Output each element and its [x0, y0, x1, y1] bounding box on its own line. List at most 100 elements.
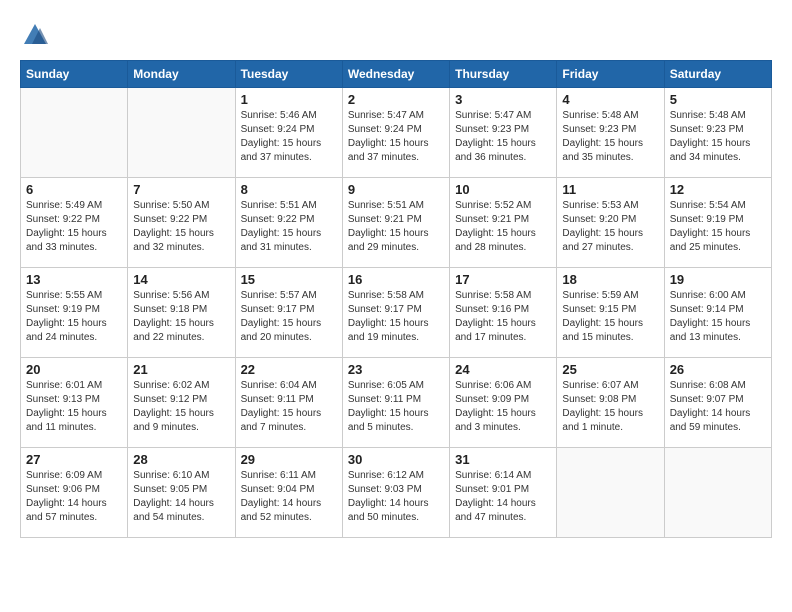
day-info: Sunrise: 5:48 AM Sunset: 9:23 PM Dayligh… [562, 109, 658, 165]
day-number: 27 [26, 452, 122, 467]
day-info: Sunrise: 5:59 AM Sunset: 9:15 PM Dayligh… [562, 289, 658, 345]
header [20, 20, 772, 50]
day-info: Sunrise: 5:46 AM Sunset: 9:24 PM Dayligh… [241, 109, 337, 165]
calendar-cell [557, 448, 664, 538]
day-info: Sunrise: 6:04 AM Sunset: 9:11 PM Dayligh… [241, 379, 337, 435]
day-number: 10 [455, 182, 551, 197]
calendar-cell: 29 Sunrise: 6:11 AM Sunset: 9:04 PM Dayli… [235, 448, 342, 538]
day-info: Sunrise: 5:54 AM Sunset: 9:19 PM Dayligh… [670, 199, 766, 255]
calendar-cell [21, 88, 128, 178]
calendar-cell: 22 Sunrise: 6:04 AM Sunset: 9:11 PM Dayli… [235, 358, 342, 448]
calendar-cell: 21 Sunrise: 6:02 AM Sunset: 9:12 PM Dayli… [128, 358, 235, 448]
day-number: 18 [562, 272, 658, 287]
calendar-weekday-saturday: Saturday [664, 61, 771, 88]
calendar-cell: 16 Sunrise: 5:58 AM Sunset: 9:17 PM Dayli… [342, 268, 449, 358]
day-number: 6 [26, 182, 122, 197]
day-info: Sunrise: 6:10 AM Sunset: 9:05 PM Dayligh… [133, 469, 229, 525]
calendar-week-row: 13 Sunrise: 5:55 AM Sunset: 9:19 PM Dayli… [21, 268, 772, 358]
day-info: Sunrise: 6:12 AM Sunset: 9:03 PM Dayligh… [348, 469, 444, 525]
calendar-cell: 31 Sunrise: 6:14 AM Sunset: 9:01 PM Dayli… [450, 448, 557, 538]
calendar-cell: 9 Sunrise: 5:51 AM Sunset: 9:21 PM Daylig… [342, 178, 449, 268]
calendar-cell: 12 Sunrise: 5:54 AM Sunset: 9:19 PM Dayli… [664, 178, 771, 268]
calendar-cell: 6 Sunrise: 5:49 AM Sunset: 9:22 PM Daylig… [21, 178, 128, 268]
day-number: 8 [241, 182, 337, 197]
day-number: 30 [348, 452, 444, 467]
day-info: Sunrise: 5:53 AM Sunset: 9:20 PM Dayligh… [562, 199, 658, 255]
day-number: 25 [562, 362, 658, 377]
day-number: 13 [26, 272, 122, 287]
day-info: Sunrise: 5:57 AM Sunset: 9:17 PM Dayligh… [241, 289, 337, 345]
day-info: Sunrise: 5:58 AM Sunset: 9:16 PM Dayligh… [455, 289, 551, 345]
day-number: 28 [133, 452, 229, 467]
day-info: Sunrise: 6:07 AM Sunset: 9:08 PM Dayligh… [562, 379, 658, 435]
day-number: 4 [562, 92, 658, 107]
calendar-weekday-friday: Friday [557, 61, 664, 88]
day-info: Sunrise: 5:49 AM Sunset: 9:22 PM Dayligh… [26, 199, 122, 255]
day-info: Sunrise: 6:02 AM Sunset: 9:12 PM Dayligh… [133, 379, 229, 435]
calendar-cell: 26Sunrise: 6:08 AM Sunset: 9:07 PM Dayli… [664, 358, 771, 448]
day-number: 26 [670, 362, 766, 377]
calendar-cell: 19 Sunrise: 6:00 AM Sunset: 9:14 PM Dayli… [664, 268, 771, 358]
calendar-cell: 20 Sunrise: 6:01 AM Sunset: 9:13 PM Dayli… [21, 358, 128, 448]
calendar-header-row: SundayMondayTuesdayWednesdayThursdayFrid… [21, 61, 772, 88]
calendar-weekday-tuesday: Tuesday [235, 61, 342, 88]
day-info: Sunrise: 5:50 AM Sunset: 9:22 PM Dayligh… [133, 199, 229, 255]
day-info: Sunrise: 5:47 AM Sunset: 9:23 PM Dayligh… [455, 109, 551, 165]
logo-icon [20, 20, 50, 50]
day-number: 19 [670, 272, 766, 287]
day-info: Sunrise: 5:47 AM Sunset: 9:24 PM Dayligh… [348, 109, 444, 165]
day-info: Sunrise: 5:52 AM Sunset: 9:21 PM Dayligh… [455, 199, 551, 255]
calendar-cell: 4 Sunrise: 5:48 AM Sunset: 9:23 PM Daylig… [557, 88, 664, 178]
calendar-weekday-sunday: Sunday [21, 61, 128, 88]
day-info: Sunrise: 6:14 AM Sunset: 9:01 PM Dayligh… [455, 469, 551, 525]
day-number: 31 [455, 452, 551, 467]
day-number: 11 [562, 182, 658, 197]
calendar-weekday-monday: Monday [128, 61, 235, 88]
calendar-cell: 14Sunrise: 5:56 AM Sunset: 9:18 PM Dayli… [128, 268, 235, 358]
day-number: 15 [241, 272, 337, 287]
day-info: Sunrise: 6:01 AM Sunset: 9:13 PM Dayligh… [26, 379, 122, 435]
calendar-cell: 17 Sunrise: 5:58 AM Sunset: 9:16 PM Dayli… [450, 268, 557, 358]
day-number: 7 [133, 182, 229, 197]
day-number: 16 [348, 272, 444, 287]
calendar-cell: 27 Sunrise: 6:09 AM Sunset: 9:06 PM Dayli… [21, 448, 128, 538]
day-info: Sunrise: 6:11 AM Sunset: 9:04 PM Dayligh… [241, 469, 337, 525]
day-info: Sunrise: 6:05 AM Sunset: 9:11 PM Dayligh… [348, 379, 444, 435]
calendar-week-row: 27 Sunrise: 6:09 AM Sunset: 9:06 PM Dayli… [21, 448, 772, 538]
calendar-cell: 3 Sunrise: 5:47 AM Sunset: 9:23 PM Daylig… [450, 88, 557, 178]
calendar-cell: 11 Sunrise: 5:53 AM Sunset: 9:20 PM Dayli… [557, 178, 664, 268]
day-number: 14 [133, 272, 229, 287]
day-number: 22 [241, 362, 337, 377]
day-number: 21 [133, 362, 229, 377]
day-number: 12 [670, 182, 766, 197]
calendar-cell: 15 Sunrise: 5:57 AM Sunset: 9:17 PM Dayli… [235, 268, 342, 358]
calendar-cell: 2 Sunrise: 5:47 AM Sunset: 9:24 PM Daylig… [342, 88, 449, 178]
calendar-cell: 24Sunrise: 6:06 AM Sunset: 9:09 PM Dayli… [450, 358, 557, 448]
day-number: 29 [241, 452, 337, 467]
day-info: Sunrise: 5:51 AM Sunset: 9:21 PM Dayligh… [348, 199, 444, 255]
day-number: 5 [670, 92, 766, 107]
day-info: Sunrise: 5:55 AM Sunset: 9:19 PM Dayligh… [26, 289, 122, 345]
calendar-table: SundayMondayTuesdayWednesdayThursdayFrid… [20, 60, 772, 538]
calendar-week-row: 1Sunrise: 5:46 AM Sunset: 9:24 PM Daylig… [21, 88, 772, 178]
calendar-cell: 28 Sunrise: 6:10 AM Sunset: 9:05 PM Dayli… [128, 448, 235, 538]
day-info: Sunrise: 5:51 AM Sunset: 9:22 PM Dayligh… [241, 199, 337, 255]
day-info: Sunrise: 6:00 AM Sunset: 9:14 PM Dayligh… [670, 289, 766, 345]
calendar-weekday-thursday: Thursday [450, 61, 557, 88]
day-number: 9 [348, 182, 444, 197]
page: SundayMondayTuesdayWednesdayThursdayFrid… [0, 0, 792, 548]
calendar-cell: 7 Sunrise: 5:50 AM Sunset: 9:22 PM Daylig… [128, 178, 235, 268]
calendar-cell [128, 88, 235, 178]
day-info: Sunrise: 5:48 AM Sunset: 9:23 PM Dayligh… [670, 109, 766, 165]
day-info: Sunrise: 6:09 AM Sunset: 9:06 PM Dayligh… [26, 469, 122, 525]
calendar-cell: 13 Sunrise: 5:55 AM Sunset: 9:19 PM Dayli… [21, 268, 128, 358]
day-number: 17 [455, 272, 551, 287]
day-info: Sunrise: 5:58 AM Sunset: 9:17 PM Dayligh… [348, 289, 444, 345]
day-number: 20 [26, 362, 122, 377]
calendar-cell: 18 Sunrise: 5:59 AM Sunset: 9:15 PM Dayli… [557, 268, 664, 358]
calendar-cell: 25 Sunrise: 6:07 AM Sunset: 9:08 PM Dayli… [557, 358, 664, 448]
calendar-cell: 5 Sunrise: 5:48 AM Sunset: 9:23 PM Daylig… [664, 88, 771, 178]
day-number: 3 [455, 92, 551, 107]
day-number: 2 [348, 92, 444, 107]
calendar-cell: 23Sunrise: 6:05 AM Sunset: 9:11 PM Dayli… [342, 358, 449, 448]
